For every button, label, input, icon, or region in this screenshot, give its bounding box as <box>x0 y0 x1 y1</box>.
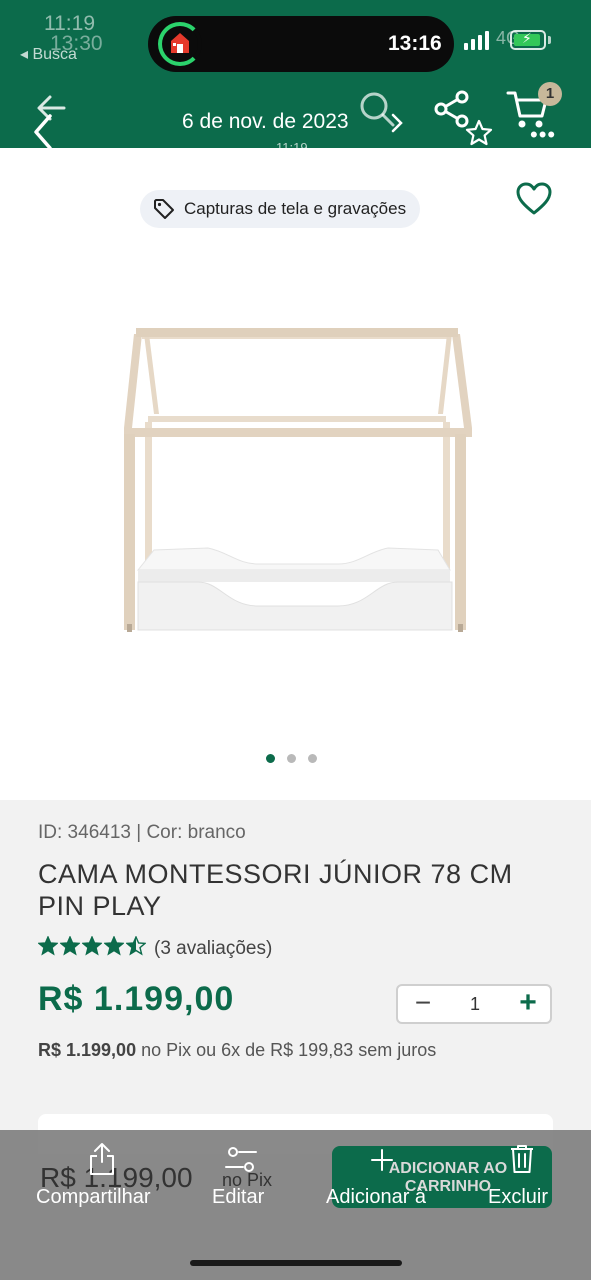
product-price: R$ 1.199,00 <box>38 980 235 1018</box>
reviews-link[interactable]: (3 avaliações) <box>154 938 272 960</box>
product-title: CAMA MONTESSORI JÚNIOR 78 CM PIN PLAY <box>38 859 513 921</box>
delete-label[interactable]: Excluir <box>488 1186 548 1209</box>
app-header: 11:19 13:30 ◂ Busca 13:16 4G ⚡ 6 de nov.… <box>0 0 591 148</box>
favorite-star-icon[interactable] <box>464 118 494 148</box>
carousel-dot[interactable] <box>287 754 296 763</box>
screenshot-time-subtitle: 11:19 <box>276 140 308 148</box>
status-time: 13:16 <box>388 32 442 55</box>
chip-label: Capturas de tela e gravações <box>184 199 407 218</box>
decrease-quantity-button[interactable]: − <box>410 988 436 1020</box>
plus-icon[interactable] <box>370 1148 394 1172</box>
star-icon <box>60 936 80 956</box>
cart-count-badge: 1 <box>538 82 562 106</box>
trash-icon[interactable] <box>510 1144 534 1174</box>
battery-tip <box>548 36 551 44</box>
carousel-dot[interactable] <box>308 754 317 763</box>
signal-icon <box>464 28 489 50</box>
back-chevron-icon[interactable] <box>32 112 56 148</box>
store-house-icon <box>171 33 189 53</box>
search-icon[interactable] <box>358 90 396 128</box>
product-image-montessori-bed[interactable] <box>118 324 478 642</box>
star-icon <box>82 936 102 956</box>
screenshot-date-title[interactable]: 6 de nov. de 2023 <box>182 110 349 134</box>
star-icon <box>38 936 58 956</box>
back-to-app-link[interactable]: ◂ Busca <box>20 44 77 64</box>
pix-price: R$ 1.199,00 <box>38 1040 137 1060</box>
carousel-dot[interactable] <box>266 754 275 763</box>
product-image-area[interactable]: Capturas de tela e gravações <box>0 148 591 800</box>
battery-icon: ⚡ <box>510 30 546 50</box>
quantity-stepper[interactable]: − 1 + <box>396 984 552 1024</box>
bottom-action-bar: R$ 1.199,00 no Pix ADICIONAR AO CARRINHO… <box>0 1130 591 1280</box>
favorite-heart-icon[interactable] <box>516 182 552 216</box>
home-indicator[interactable] <box>190 1260 402 1266</box>
rating-stars[interactable] <box>38 936 146 956</box>
add-to-label[interactable]: Adicionar à <box>326 1186 426 1209</box>
product-meta: ID: 346413 | Cor: branco <box>38 822 246 843</box>
pix-installment-info: R$ 1.199,00 no Pix ou 6x de R$ 199,83 se… <box>38 1040 436 1061</box>
share-label[interactable]: Compartilhar <box>36 1186 150 1209</box>
star-icon <box>126 936 146 956</box>
tag-icon <box>154 199 174 219</box>
more-options-icon[interactable]: ••• <box>530 122 556 148</box>
share-icon[interactable] <box>88 1142 116 1176</box>
increase-quantity-button[interactable]: + <box>514 988 542 1020</box>
carousel-dots[interactable] <box>266 754 317 763</box>
quantity-value[interactable]: 1 <box>462 994 488 1015</box>
pix-terms: no Pix ou 6x de R$ 199,83 sem juros <box>136 1040 437 1060</box>
edit-adjust-icon[interactable] <box>224 1146 258 1174</box>
star-icon <box>104 936 124 956</box>
edit-label[interactable]: Editar <box>212 1186 264 1209</box>
screenshots-chip[interactable]: Capturas de tela e gravações <box>140 190 421 228</box>
